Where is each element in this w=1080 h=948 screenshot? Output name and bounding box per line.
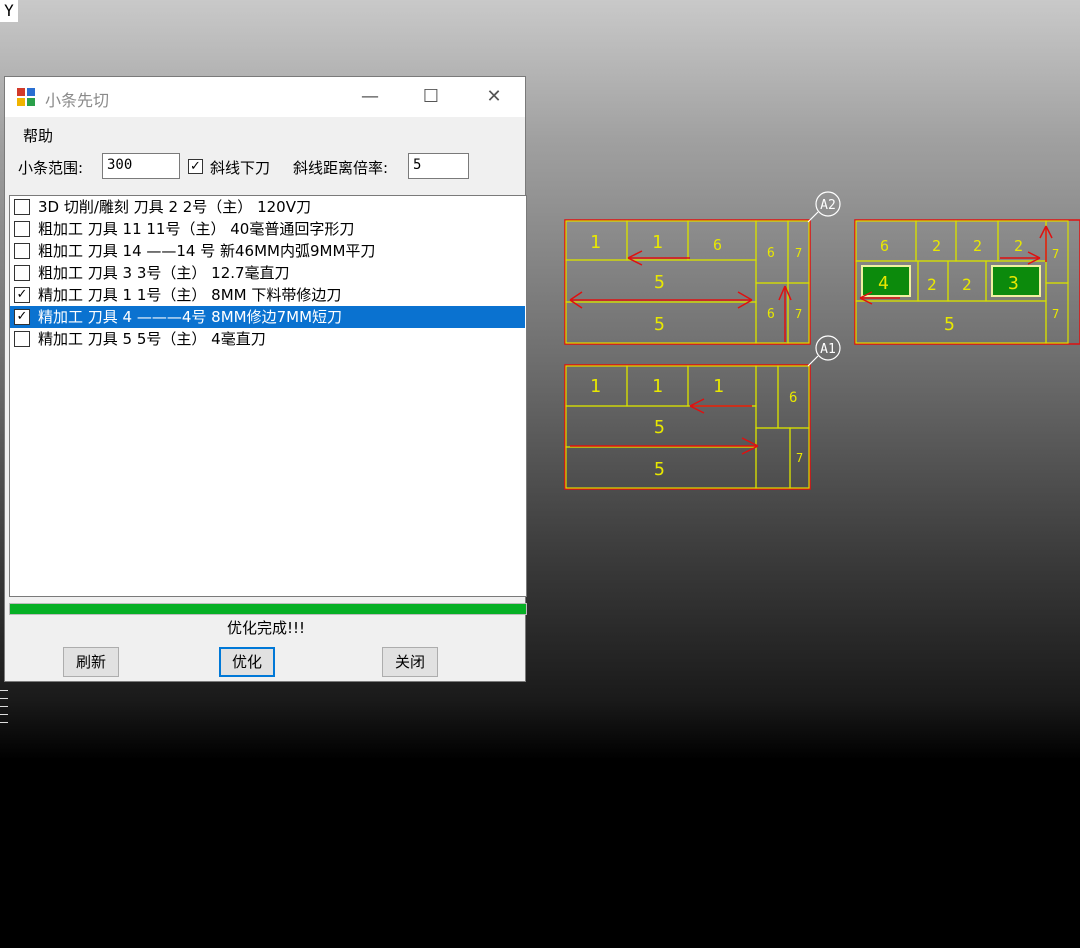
tool-list-item[interactable]: 精加工 刀具 5 5号（主） 4毫直刀 [10, 328, 525, 350]
tool-list-item[interactable]: 粗加工 刀具 11 11号（主） 40毫普通回字形刀 [10, 218, 525, 240]
tool-checkbox[interactable] [14, 243, 30, 259]
tool-item-text: 粗加工 刀具 11 11号（主） 40毫普通回字形刀 [38, 220, 355, 238]
svg-text:3: 3 [1008, 273, 1019, 294]
tool-checkbox[interactable]: ✓ [14, 309, 30, 325]
svg-text:6: 6 [880, 237, 889, 255]
tool-list-item[interactable]: ✓ 精加工 刀具 1 1号（主） 8MM 下料带修边刀 [10, 284, 525, 306]
close-button[interactable]: 关闭 [382, 647, 438, 677]
minimize-button[interactable]: — [347, 83, 393, 111]
range-input[interactable]: 300 [102, 153, 180, 179]
svg-text:7: 7 [1052, 247, 1059, 261]
sheet-label-a1: A1 [820, 342, 836, 357]
minimize-icon: — [361, 86, 379, 107]
ratio-input[interactable]: 5 [408, 153, 469, 179]
diag-checkbox[interactable]: ✓ [188, 159, 203, 174]
status-text: 优化完成!!! [226, 619, 306, 637]
title-bar[interactable]: 小条先切 — ☐ ✕ [5, 77, 525, 117]
svg-text:5: 5 [654, 417, 665, 438]
tool-list-item[interactable]: 粗加工 刀具 3 3号（主） 12.7毫直刀 [10, 262, 525, 284]
options-row: 小条范围: 300 ✓ 斜线下刀 斜线距离倍率: 5 [5, 151, 525, 189]
svg-text:2: 2 [973, 237, 982, 255]
sheet-a1-outline [564, 364, 811, 490]
menu-bar: 帮助 [5, 117, 525, 151]
tool-item-text: 精加工 刀具 5 5号（主） 4毫直刀 [38, 330, 266, 348]
sheet-a2-outline [564, 219, 811, 345]
svg-text:2: 2 [927, 275, 937, 294]
optimize-button[interactable]: 优化 [219, 647, 275, 677]
svg-text:1: 1 [590, 376, 601, 397]
sheet-right-outline [854, 219, 1080, 345]
svg-text:7: 7 [795, 246, 802, 260]
svg-text:1: 1 [652, 376, 663, 397]
diag-checkbox-label: 斜线下刀 [210, 159, 271, 177]
progress-fill [10, 604, 526, 614]
svg-text:7: 7 [795, 307, 802, 321]
dialog-window: 小条先切 — ☐ ✕ 帮助 小条范围: 300 ✓ 斜线下刀 斜线距离倍率: 5… [4, 76, 527, 682]
svg-text:1: 1 [713, 376, 724, 397]
window-title: 小条先切 [45, 91, 110, 110]
svg-text:2: 2 [962, 275, 972, 294]
maximize-button[interactable]: ☐ [408, 83, 454, 111]
tool-list[interactable]: 3D 切削/雕刻 刀具 2 2号（主） 120V刀 粗加工 刀具 11 11号（… [9, 195, 527, 597]
svg-text:5: 5 [944, 314, 955, 335]
sheet-label-a2: A2 [820, 198, 836, 213]
tool-list-item[interactable]: 粗加工 刀具 14 ——14 号 新46MM内弧9MM平刀 [10, 240, 525, 262]
svg-text:5: 5 [654, 314, 665, 335]
tool-checkbox[interactable] [14, 221, 30, 237]
svg-text:4: 4 [878, 273, 889, 294]
progress-bar [9, 603, 527, 615]
tool-item-text: 精加工 刀具 1 1号（主） 8MM 下料带修边刀 [38, 286, 342, 304]
close-icon: ✕ [486, 86, 502, 107]
svg-text:5: 5 [654, 459, 665, 480]
svg-text:7: 7 [1052, 307, 1059, 321]
tool-item-text: 粗加工 刀具 3 3号（主） 12.7毫直刀 [38, 264, 290, 282]
svg-text:1: 1 [652, 232, 663, 253]
tool-list-item[interactable]: 3D 切削/雕刻 刀具 2 2号（主） 120V刀 [10, 196, 525, 218]
y-axis-label: Y [0, 0, 18, 22]
tool-checkbox[interactable]: ✓ [14, 287, 30, 303]
svg-text:5: 5 [654, 272, 665, 293]
part-label: 1 [590, 232, 601, 253]
ratio-label: 斜线距离倍率: [293, 159, 389, 177]
tool-item-text: 粗加工 刀具 14 ——14 号 新46MM内弧9MM平刀 [38, 242, 376, 260]
svg-text:6: 6 [767, 246, 775, 261]
tool-checkbox[interactable] [14, 265, 30, 281]
tool-list-item-selected[interactable]: ✓ 精加工 刀具 4 ———4号 8MM修边7MM短刀 [10, 306, 525, 328]
tool-checkbox[interactable] [14, 331, 30, 347]
svg-text:2: 2 [932, 237, 941, 255]
tool-checkbox[interactable] [14, 199, 30, 215]
app-icon [17, 88, 35, 106]
maximize-icon: ☐ [422, 86, 440, 107]
menu-help[interactable]: 帮助 [23, 125, 53, 146]
svg-text:2: 2 [1014, 237, 1023, 255]
close-window-button[interactable]: ✕ [471, 83, 517, 111]
svg-text:7: 7 [796, 451, 803, 465]
svg-text:6: 6 [789, 390, 797, 406]
refresh-button[interactable]: 刷新 [63, 647, 119, 677]
svg-text:6: 6 [767, 307, 775, 322]
ruler-ticks [0, 690, 10, 740]
tool-item-text: 3D 切削/雕刻 刀具 2 2号（主） 120V刀 [38, 198, 311, 216]
tool-item-text: 精加工 刀具 4 ———4号 8MM修边7MM短刀 [38, 308, 343, 326]
range-label: 小条范围: [18, 159, 84, 177]
svg-text:6: 6 [713, 236, 722, 254]
